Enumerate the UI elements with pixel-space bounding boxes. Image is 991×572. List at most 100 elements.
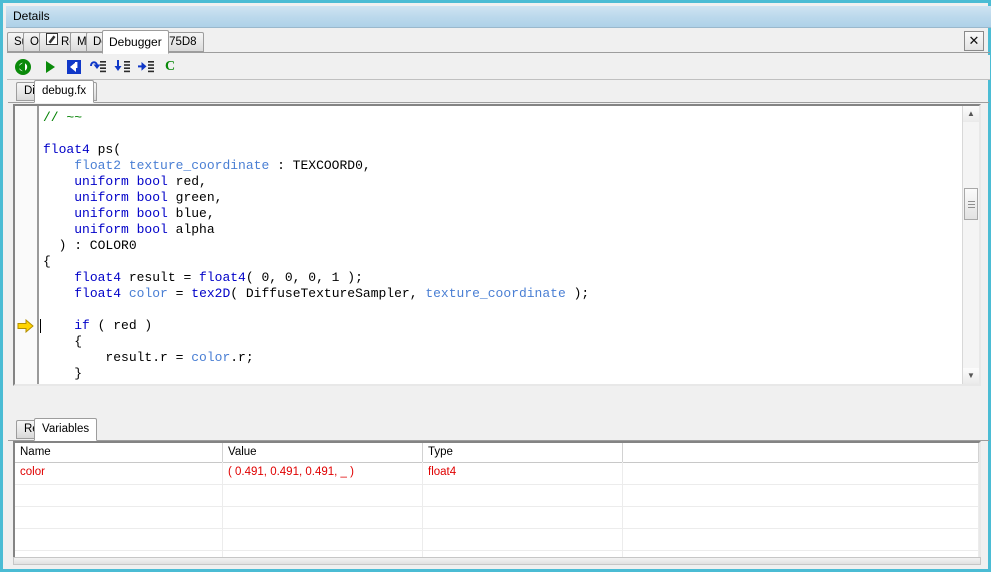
- cell-empty: [423, 528, 623, 550]
- source-tab-debug-fx[interactable]: debug.fx: [34, 80, 95, 103]
- continue-play-icon[interactable]: [40, 57, 60, 77]
- source-tab-label: debug.fx: [42, 85, 87, 97]
- code-line: {: [43, 254, 961, 270]
- pencil-icon: [46, 33, 58, 51]
- bottom-tab-variables[interactable]: Variables: [34, 418, 98, 441]
- cell-empty: [15, 506, 223, 528]
- debugger-toolbar: C: [7, 55, 990, 80]
- code-token: }: [43, 366, 83, 381]
- code-token: uniform bool: [74, 222, 168, 237]
- code-token: alpha: [167, 222, 215, 237]
- code-text: // ~~ float4 ps( float2 texture_coordina…: [43, 110, 961, 384]
- code-token: blue,: [167, 206, 215, 221]
- variables-grid[interactable]: Name Value Type color( 0.491, 0.491, 0.491…: [13, 441, 981, 561]
- code-token: result.r =: [43, 350, 192, 365]
- column-header[interactable]: Type: [423, 443, 623, 462]
- step-into-icon[interactable]: [112, 57, 132, 77]
- code-token: red,: [167, 174, 207, 189]
- code-line: if ( red ): [43, 318, 961, 334]
- step-back-icon[interactable]: [64, 57, 84, 77]
- table-row-empty[interactable]: [15, 506, 979, 529]
- code-token: color: [128, 286, 168, 301]
- code-token: if: [74, 318, 90, 333]
- code-line: float4 color = tex2D( DiffuseTextureSamp…: [43, 286, 961, 302]
- cell-empty: [623, 484, 979, 506]
- code-line: float4 ps(: [43, 142, 961, 158]
- column-header[interactable]: [623, 443, 979, 462]
- table-row-empty[interactable]: [15, 528, 979, 551]
- cell-empty: [623, 528, 979, 550]
- code-token: uniform bool: [74, 174, 168, 189]
- code-token: float4: [199, 270, 246, 285]
- execution-pointer-icon: [17, 318, 35, 334]
- source-tabstrip-baseline: [8, 102, 989, 103]
- close-button[interactable]: ✕: [964, 31, 984, 51]
- source-panel: Disassemblydebug.fx // ~~ float4 ps( flo…: [8, 80, 989, 415]
- cell-empty: [223, 528, 423, 550]
- code-line: result.r = color.r;: [43, 350, 961, 366]
- code-token: uniform bool: [74, 206, 168, 221]
- code-token: texture_coordinate: [425, 286, 566, 301]
- cell-empty: [223, 506, 423, 528]
- code-token: float4: [74, 286, 122, 301]
- code-editor[interactable]: // ~~ float4 ps( float2 texture_coordina…: [13, 104, 981, 386]
- cell-empty: [423, 506, 623, 528]
- code-line: uniform bool alpha: [43, 222, 961, 238]
- column-header[interactable]: Name: [15, 443, 223, 462]
- scroll-thumb-grip: [968, 201, 975, 208]
- code-line: float2 texture_coordinate : TEXCOORD0,: [43, 158, 961, 174]
- variables-grid-header: Name Value Type: [15, 443, 979, 463]
- code-token: ) : COLOR0: [43, 238, 137, 253]
- step-over-icon[interactable]: [88, 57, 108, 77]
- table-row[interactable]: color( 0.491, 0.491, 0.491, _ ) float4: [15, 462, 979, 485]
- code-token: ( DiffuseTextureSampler,: [230, 286, 426, 301]
- window-title: Details: [13, 9, 50, 23]
- bottom-tab-label: Variables: [42, 423, 90, 435]
- editor-vertical-scrollbar[interactable]: ▲ ▼: [962, 106, 979, 384]
- tab-label: Debugger: [109, 35, 162, 49]
- gutter-divider: [37, 106, 39, 384]
- cell-type: float4: [423, 462, 623, 484]
- code-token: {: [43, 334, 83, 349]
- code-line: uniform bool blue,: [43, 206, 961, 222]
- variables-panel: RegistersVariables NameValueType color( …: [8, 418, 989, 565]
- code-token: ( red ): [89, 318, 153, 333]
- code-line: float4 result = float4( 0, 0, 0, 1 );: [43, 270, 961, 286]
- scroll-thumb[interactable]: [964, 188, 978, 220]
- code-token: ps(: [89, 142, 122, 157]
- table-row-empty[interactable]: [15, 484, 979, 507]
- code-token: // ~~: [43, 110, 83, 125]
- code-token: float4: [74, 270, 122, 285]
- window-titlebar: Details: [6, 6, 991, 28]
- code-token: : TEXCOORD0,: [269, 158, 371, 173]
- code-token: float4: [43, 142, 90, 157]
- code-line: uniform bool red,: [43, 174, 961, 190]
- code-token: .r;: [230, 350, 254, 365]
- scroll-up-arrow[interactable]: ▲: [963, 106, 979, 122]
- step-out-icon[interactable]: [136, 57, 156, 77]
- scroll-down-arrow[interactable]: ▼: [963, 368, 979, 384]
- compile-c-icon[interactable]: C: [160, 57, 180, 77]
- editor-gutter[interactable]: [15, 106, 37, 384]
- bottom-horizontal-scrollbar[interactable]: [13, 557, 981, 565]
- code-token: float2 texture_coordinate: [74, 158, 270, 173]
- column-header[interactable]: Value: [223, 443, 423, 462]
- cell-empty: [623, 506, 979, 528]
- code-token: uniform bool: [74, 190, 168, 205]
- main-tabstrip: SummaryOutput LogRenderMeshDevice 0x0718…: [7, 30, 990, 54]
- restart-icon[interactable]: [13, 57, 33, 77]
- cell-value: ( 0.491, 0.491, 0.491, _ ): [223, 462, 423, 484]
- cell-empty: [15, 528, 223, 550]
- code-line: {: [43, 334, 961, 350]
- cell-empty: [623, 462, 979, 484]
- code-line: uniform bool green,: [43, 190, 961, 206]
- tab-debugger[interactable]: Debugger: [102, 30, 169, 54]
